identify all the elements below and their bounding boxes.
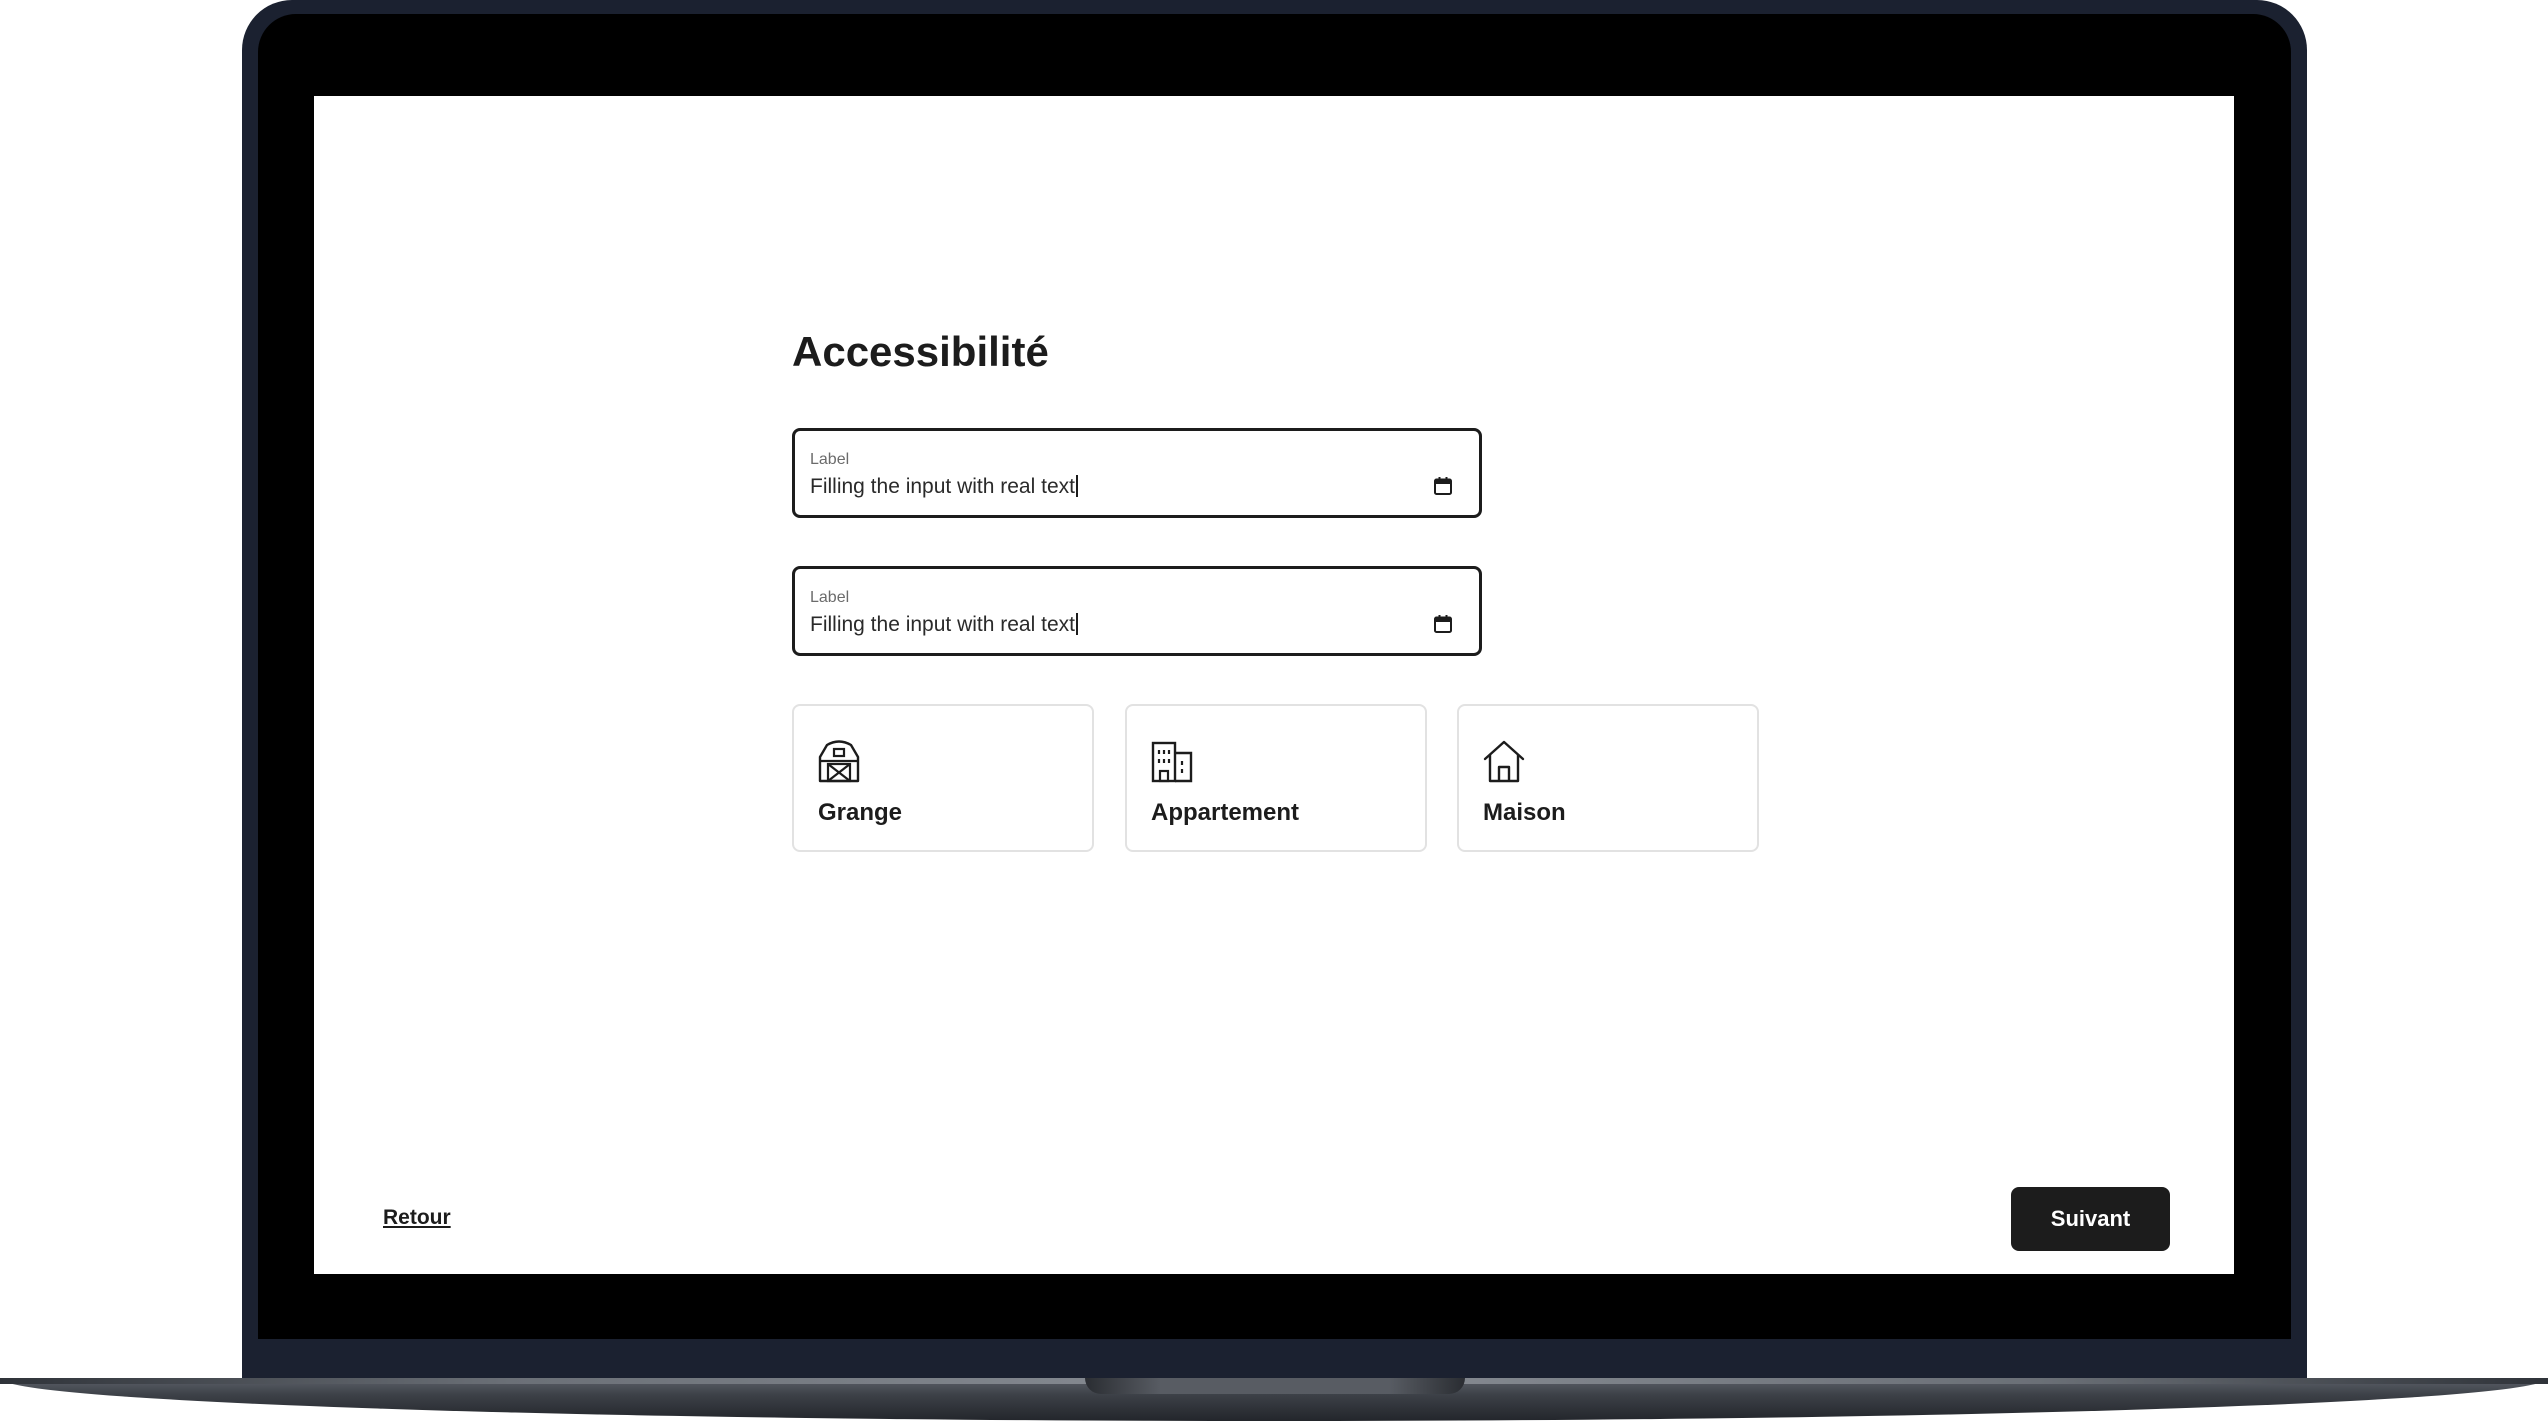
field-value[interactable]: Filling the input with real text: [810, 475, 1078, 499]
house-icon: [1483, 740, 1525, 783]
barn-icon: [818, 740, 860, 783]
field-value[interactable]: Filling the input with real text: [810, 613, 1078, 637]
date-field-2[interactable]: Label Filling the input with real text: [792, 566, 1482, 656]
option-card-grange[interactable]: Grange: [792, 704, 1094, 852]
text-caret: [1075, 613, 1078, 635]
laptop-bezel-bottom: [258, 1339, 2291, 1381]
app-screen: Accessibilité Label Filling the input wi…: [314, 96, 2234, 1274]
option-label: Grange: [818, 799, 903, 826]
field-value-text: Filling the input with real text: [810, 475, 1075, 498]
field-value-text: Filling the input with real text: [810, 613, 1075, 636]
back-link[interactable]: Retour: [383, 1206, 451, 1230]
laptop-notch: [1085, 1378, 1465, 1394]
option-card-maison[interactable]: Maison: [1457, 704, 1759, 852]
page-title: Accessibilité: [792, 328, 1049, 375]
field-label: Label: [810, 451, 850, 468]
calendar-icon[interactable]: [1433, 476, 1453, 496]
field-label: Label: [810, 589, 850, 606]
calendar-icon[interactable]: [1433, 614, 1453, 634]
next-button[interactable]: Suivant: [2011, 1187, 2170, 1251]
option-card-appartement[interactable]: Appartement: [1125, 704, 1427, 852]
option-label: Appartement: [1151, 799, 1300, 826]
building-icon: [1151, 741, 1193, 783]
date-field-1[interactable]: Label Filling the input with real text: [792, 428, 1482, 518]
text-caret: [1075, 475, 1078, 497]
stage: Accessibilité Label Filling the input wi…: [0, 0, 2548, 1421]
option-label: Maison: [1483, 799, 1566, 826]
